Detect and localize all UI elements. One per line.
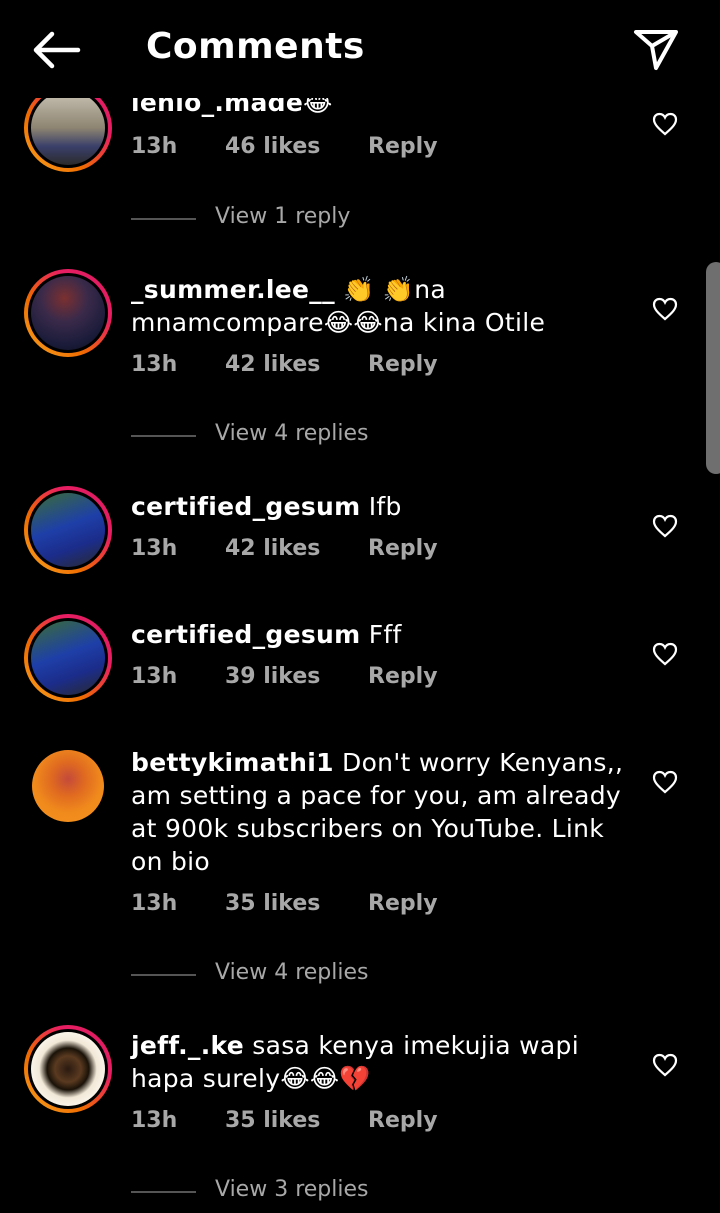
divider [131,974,196,976]
comment-meta: 13h 42 likes Reply [131,352,438,377]
paper-plane-icon[interactable] [632,26,680,72]
comment-likes[interactable]: 42 likes [225,352,320,377]
comment-meta: 13h 35 likes Reply [131,891,438,916]
comment-likes[interactable]: 35 likes [225,1108,320,1133]
reply-button[interactable]: Reply [368,352,438,377]
comment-likes[interactable]: 35 likes [225,891,320,916]
heart-icon[interactable] [652,1053,678,1077]
comment-time: 13h [131,664,178,689]
reply-button[interactable]: Reply [368,536,438,561]
comment-username[interactable]: certified_gesum [131,620,361,649]
heart-icon[interactable] [652,642,678,666]
comment-time: 13h [131,1108,178,1133]
scrollbar[interactable] [706,262,720,474]
comment-likes[interactable]: 42 likes [225,536,320,561]
avatar[interactable] [24,486,112,574]
comment-meta: 13h 42 likes Reply [131,536,438,561]
heart-icon[interactable] [652,514,678,538]
comment-meta: 13h 39 likes Reply [131,664,438,689]
comment-username[interactable]: _summer.lee__ [131,275,335,304]
avatar[interactable] [24,614,112,702]
comment-text: certified_gesum Fff [131,620,402,649]
avatar[interactable] [24,1025,112,1113]
divider [131,1191,196,1193]
arrow-left-icon[interactable] [30,28,82,72]
top-bar: Comments [0,0,720,98]
reply-button[interactable]: Reply [368,891,438,916]
comment-meta: 13h 46 likes Reply [131,134,438,159]
comment-time: 13h [131,352,178,377]
comment-text: bettykimathi1 Don't worry Kenyans,, am s… [131,748,624,876]
avatar[interactable] [24,269,112,357]
page-title: Comments [146,26,365,67]
reply-button[interactable]: Reply [368,134,438,159]
reply-button[interactable]: Reply [368,1108,438,1133]
avatar[interactable] [24,742,112,830]
heart-icon[interactable] [652,770,678,794]
comment-text: certified_gesum Ifb [131,492,402,521]
divider [131,435,196,437]
heart-icon[interactable] [652,112,678,136]
comment-likes[interactable]: 39 likes [225,664,320,689]
comment-time: 13h [131,536,178,561]
comment-username[interactable]: bettykimathi1 [131,748,334,777]
comment-meta: 13h 35 likes Reply [131,1108,438,1133]
comment-username[interactable]: jeff._.ke [131,1031,244,1060]
comment-likes[interactable]: 46 likes [225,134,320,159]
comment-time: 13h [131,134,178,159]
comment-time: 13h [131,891,178,916]
comment-text: _summer.lee__ 👏 👏na mnamcompare😂😂na kina… [131,275,546,337]
comment-text: jeff._.ke sasa kenya imekujia wapi hapa … [131,1031,579,1093]
heart-icon[interactable] [652,297,678,321]
reply-button[interactable]: Reply [368,664,438,689]
divider [131,218,196,220]
comment-username[interactable]: certified_gesum [131,492,361,521]
